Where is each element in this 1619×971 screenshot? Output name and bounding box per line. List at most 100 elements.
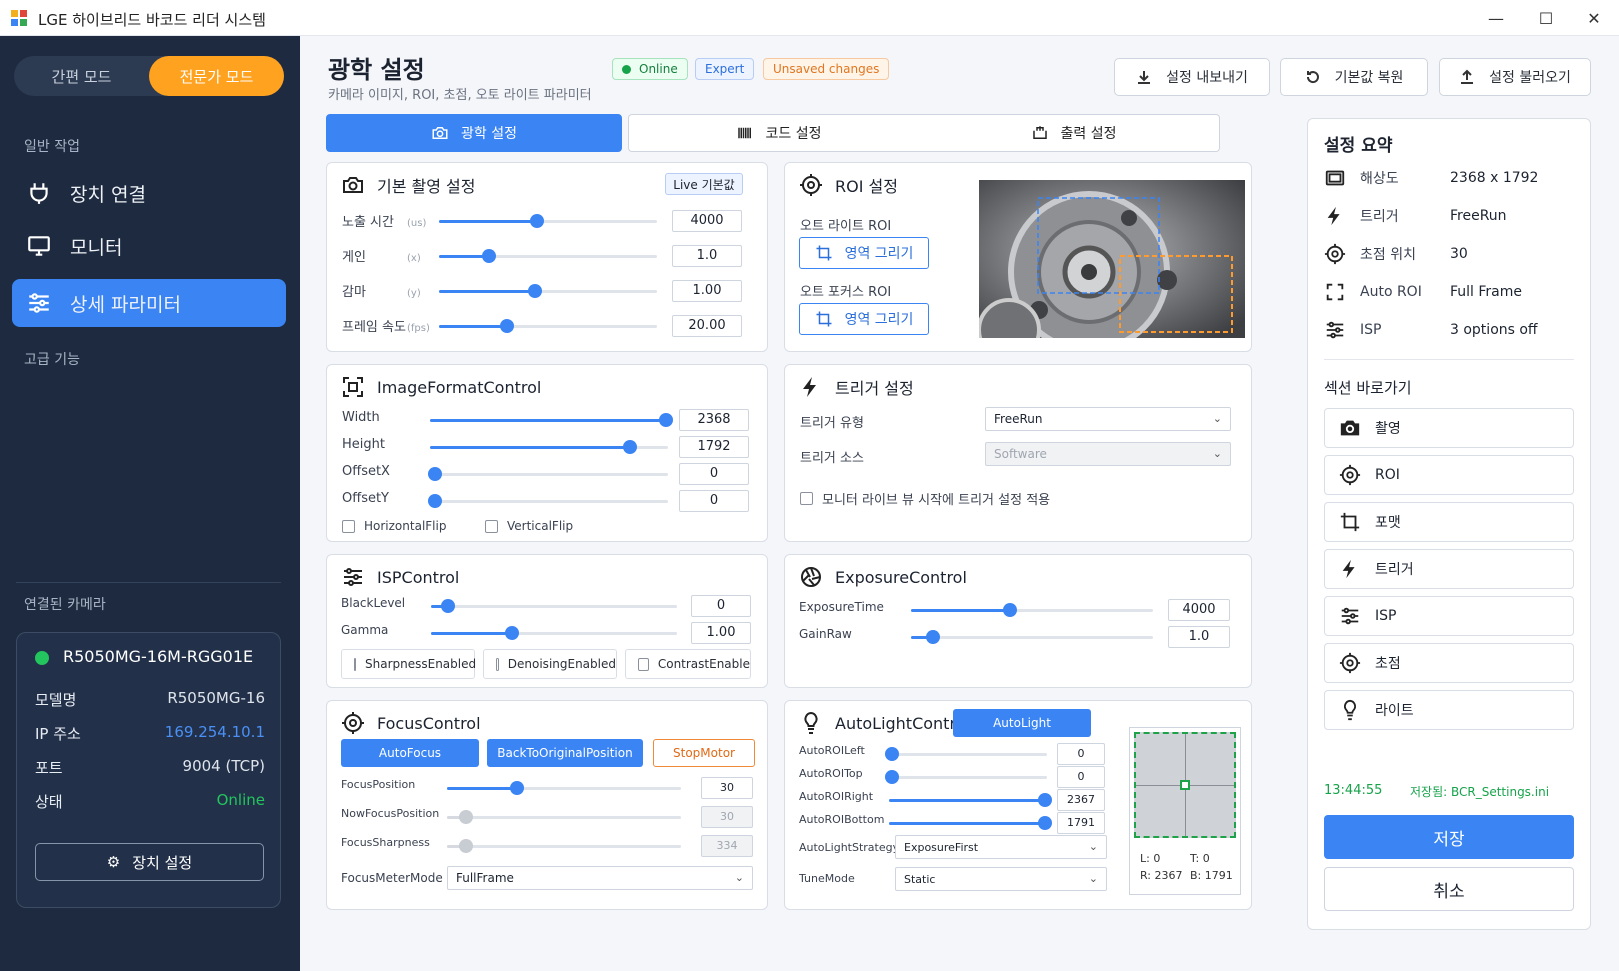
draw-autofocus-roi-button[interactable]: 영역 그리기 — [799, 303, 929, 335]
value-input[interactable]: 1.00 — [672, 280, 742, 302]
cancel-button[interactable]: 취소 — [1324, 867, 1574, 911]
value-slider[interactable] — [439, 249, 657, 263]
roi-preview-image[interactable] — [979, 180, 1245, 338]
value-input[interactable]: 4000 — [672, 210, 742, 232]
strategy-select[interactable]: ExposureFirst ⌄ — [895, 835, 1107, 859]
value-slider[interactable] — [431, 626, 677, 640]
device-settings-button[interactable]: ⚙ 장치 설정 — [35, 843, 264, 881]
sidebar-item-monitor[interactable]: 모니터 — [12, 222, 286, 270]
simple-mode-button[interactable]: 간편 모드 — [14, 56, 149, 96]
horizontal-flip-checkbox[interactable]: HorizontalFlip — [342, 519, 446, 533]
shortcut-button[interactable]: 촬영 — [1324, 408, 1574, 448]
tune-mode-select[interactable]: Static ⌄ — [895, 867, 1107, 891]
value-input[interactable]: 1792 — [679, 436, 749, 458]
stop-motor-button[interactable]: StopMotor — [653, 739, 755, 767]
value-input[interactable]: 1.00 — [691, 622, 751, 644]
close-icon[interactable]: ✕ — [1574, 6, 1614, 30]
value-slider[interactable] — [447, 781, 681, 795]
trigger-type-select[interactable]: FreeRun ⌄ — [985, 407, 1231, 431]
slider-handle[interactable] — [1003, 603, 1018, 617]
value-slider[interactable] — [431, 599, 677, 613]
shortcut-button[interactable]: 라이트 — [1324, 690, 1574, 730]
live-defaults-button[interactable]: Live 기본값 — [665, 173, 743, 195]
value-input[interactable]: 2368 — [679, 409, 749, 431]
shortcut-button[interactable]: ROI — [1324, 455, 1574, 495]
sidebar-item-connect[interactable]: 장치 연결 — [12, 169, 286, 217]
value-input[interactable]: 0 — [691, 595, 751, 617]
value-input[interactable]: 2367 — [1057, 789, 1105, 811]
slider-handle[interactable] — [925, 630, 940, 644]
autofocus-button[interactable]: AutoFocus — [341, 739, 479, 767]
autolight-button[interactable]: AutoLight — [953, 709, 1091, 737]
slider-handle[interactable] — [1038, 793, 1053, 807]
contrast-checkbox[interactable]: ContrastEnable — [625, 649, 751, 679]
value-slider[interactable] — [430, 413, 673, 427]
shortcut-button[interactable]: 포맷 — [1324, 502, 1574, 542]
value-slider[interactable] — [889, 793, 1053, 807]
denoising-checkbox[interactable]: DenoisingEnabled — [483, 649, 617, 679]
value-slider[interactable] — [439, 284, 657, 298]
value-slider[interactable] — [911, 603, 1153, 617]
value-slider[interactable] — [439, 214, 657, 228]
tab-optics[interactable]: 광학 설정 — [326, 114, 622, 152]
back-to-original-button[interactable]: BackToOriginalPosition — [487, 739, 643, 767]
shortcut-button[interactable]: 초점 — [1324, 643, 1574, 683]
tab-output[interactable]: 출력 설정 — [928, 114, 1220, 152]
value-slider[interactable] — [885, 770, 1047, 784]
tab-code[interactable]: 코드 설정 — [628, 114, 928, 152]
draw-autolight-roi-button[interactable]: 영역 그리기 — [799, 237, 929, 269]
expert-mode-button[interactable]: 전문가 모드 — [149, 56, 284, 96]
value-slider[interactable] — [439, 319, 657, 333]
upload-icon — [1461, 69, 1474, 84]
value-input[interactable]: 0 — [1057, 743, 1105, 765]
autolight-roi-preview[interactable]: L: 0 T: 0 R: 2367 B: 1791 — [1129, 727, 1241, 895]
value-input[interactable]: 30 — [701, 777, 753, 799]
restore-defaults-button[interactable]: 기본값 복원 — [1280, 58, 1428, 96]
value-input[interactable]: 0 — [1057, 766, 1105, 788]
lightbulb-icon — [1344, 699, 1356, 721]
slider-handle[interactable] — [885, 747, 900, 761]
value-slider[interactable] — [430, 440, 668, 454]
sharpness-checkbox[interactable]: SharpnessEnabled — [341, 649, 476, 679]
apply-trigger-checkbox[interactable]: 모니터 라이브 뷰 시작에 트리거 설정 적용 — [800, 489, 1050, 508]
ip-link[interactable]: 169.254.10.1 — [165, 723, 265, 744]
select-value: FullFrame — [456, 871, 514, 885]
slider-handle[interactable] — [441, 599, 456, 613]
shortcut-button[interactable]: 트리거 — [1324, 549, 1574, 589]
value-input[interactable]: 0 — [679, 490, 749, 512]
slider-handle[interactable] — [885, 770, 900, 784]
maximize-icon[interactable]: ☐ — [1526, 6, 1566, 30]
value-input[interactable]: 1.0 — [672, 245, 742, 267]
vertical-flip-checkbox[interactable]: VerticalFlip — [485, 519, 573, 533]
slider-handle[interactable] — [482, 249, 497, 263]
slider-handle[interactable] — [510, 781, 525, 795]
value-slider[interactable] — [427, 494, 668, 508]
value-input[interactable]: 1791 — [1057, 812, 1105, 834]
slider-handle[interactable] — [499, 319, 514, 333]
value-input[interactable]: 0 — [679, 463, 749, 485]
load-settings-button[interactable]: 설정 불러오기 — [1439, 58, 1591, 96]
value-slider[interactable] — [889, 816, 1053, 830]
value-slider[interactable] — [885, 747, 1047, 761]
slider-handle[interactable] — [1038, 816, 1053, 830]
shortcut-button[interactable]: ISP — [1324, 596, 1574, 636]
divider — [1324, 359, 1574, 360]
value-input[interactable]: 1.0 — [1168, 626, 1230, 648]
slider-handle[interactable] — [527, 284, 542, 298]
summary-value: FreeRun — [1450, 208, 1507, 224]
minimize-icon[interactable]: — — [1476, 6, 1516, 30]
value-input[interactable]: 4000 — [1168, 599, 1230, 621]
export-settings-button[interactable]: 설정 내보내기 — [1114, 58, 1270, 96]
slider-handle[interactable] — [427, 467, 442, 481]
slider-handle[interactable] — [505, 626, 520, 640]
slider-handle[interactable] — [622, 440, 637, 454]
slider-handle[interactable] — [427, 494, 442, 508]
value-slider[interactable] — [427, 467, 668, 481]
save-button[interactable]: 저장 — [1324, 815, 1574, 859]
focus-meter-select[interactable]: FullFrame ⌄ — [447, 866, 753, 890]
slider-handle[interactable] — [530, 214, 545, 228]
sidebar-item-params[interactable]: 상세 파라미터 — [12, 279, 286, 327]
slider-handle[interactable] — [658, 413, 673, 427]
value-input[interactable]: 20.00 — [672, 315, 742, 337]
value-slider[interactable] — [911, 630, 1153, 644]
